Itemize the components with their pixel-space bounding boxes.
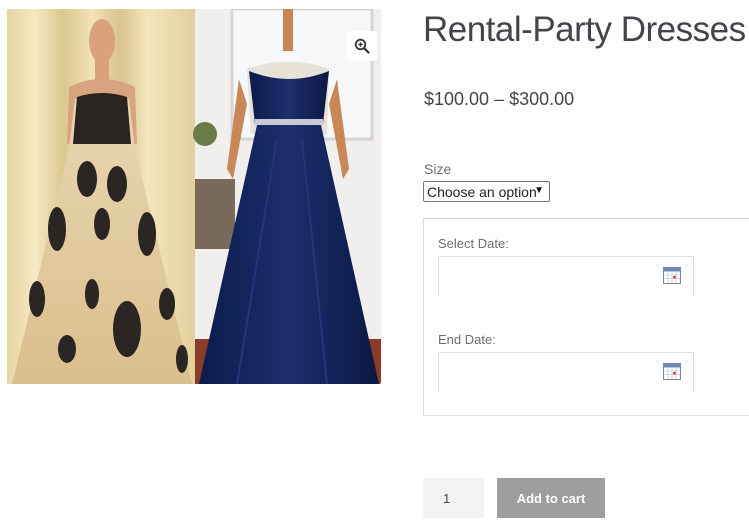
zoom-button[interactable] [347, 31, 377, 61]
calendar-icon[interactable] [663, 267, 681, 284]
end-date-label: End Date: [438, 332, 496, 347]
product-title: Rental-Party Dresses [423, 10, 746, 49]
start-date-label: Select Date: [438, 236, 509, 251]
product-image[interactable] [7, 9, 381, 384]
end-date-input[interactable] [438, 352, 694, 392]
size-label: Size [424, 161, 452, 177]
start-date-input[interactable] [438, 256, 694, 296]
product-page: Rental-Party Dresses $100.00 – $300.00 S… [0, 0, 749, 531]
calendar-icon[interactable] [663, 363, 681, 380]
size-select[interactable]: Choose an option ▼ [423, 181, 550, 202]
size-select-value: Choose an option [427, 183, 537, 200]
zoom-in-icon [354, 38, 370, 54]
quantity-input[interactable]: 1 [423, 478, 484, 518]
product-price: $100.00 – $300.00 [424, 89, 575, 109]
chevron-down-icon: ▼ [534, 185, 544, 196]
dress-photo [7, 9, 381, 384]
add-to-cart-button[interactable]: Add to cart [497, 478, 605, 518]
